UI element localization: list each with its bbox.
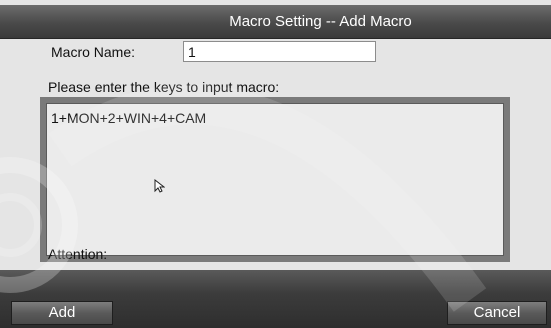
macro-name-input[interactable] (183, 41, 376, 62)
macro-name-label: Macro Name: (51, 44, 136, 60)
macro-keys-frame (40, 97, 510, 262)
macro-setting-dialog: Macro Setting -- Add Macro Macro Name: P… (0, 0, 551, 328)
cancel-button[interactable]: Cancel (447, 301, 547, 325)
add-button[interactable]: Add (11, 301, 113, 325)
macro-keys-textarea[interactable] (46, 103, 504, 256)
attention-label: Attention: (48, 246, 108, 262)
mouse-pointer-icon (154, 179, 165, 193)
dialog-titlebar: Macro Setting -- Add Macro (0, 5, 551, 39)
macro-keys-prompt: Please enter the keys to input macro: (48, 79, 280, 95)
dialog-title: Macro Setting -- Add Macro (229, 13, 412, 30)
